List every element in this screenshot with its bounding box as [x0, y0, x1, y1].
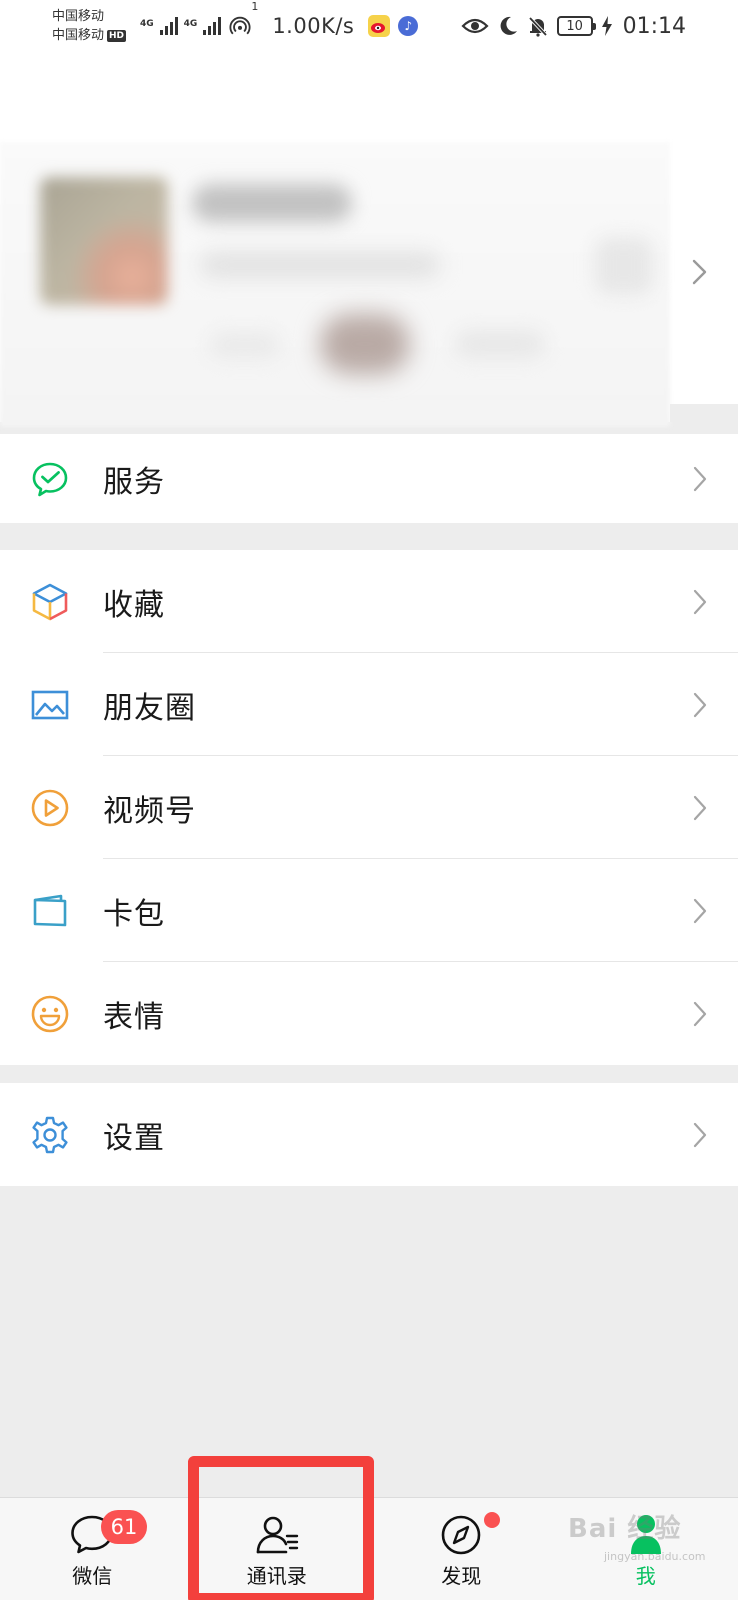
menu-label: 服务	[103, 464, 165, 500]
menu-label: 收藏	[103, 587, 165, 623]
menu-item-moments[interactable]: 朋友圈	[0, 653, 738, 756]
hotspot-icon	[229, 16, 251, 35]
tab-label: 我	[635, 1564, 656, 1588]
settings-gear-icon	[32, 1116, 68, 1153]
battery-icon: 10	[556, 16, 596, 36]
music-icon: ♪	[398, 16, 419, 36]
moments-picture-icon	[31, 690, 69, 719]
chevron-right-icon	[693, 1122, 707, 1147]
chevron-right-icon	[693, 898, 707, 923]
channels-play-icon	[31, 789, 69, 826]
watermark-logo: Bai 经验	[568, 1514, 682, 1544]
annotation-highlight-box	[188, 1456, 374, 1600]
menu-group-settings: 设置	[0, 1083, 738, 1186]
tab-discover[interactable]: 发现	[369, 1498, 554, 1600]
compass-icon	[441, 1515, 481, 1555]
card-wallet-icon	[33, 894, 67, 926]
chevron-right-icon	[693, 466, 707, 491]
tab-chats[interactable]: 微信 61	[0, 1498, 185, 1600]
eye-icon	[461, 18, 489, 34]
network-type-1: 4G	[140, 19, 154, 29]
menu-item-settings[interactable]: 设置	[0, 1083, 738, 1186]
weibo-icon	[368, 15, 391, 37]
hotspot-count: 1	[251, 0, 259, 13]
menu-label: 视频号	[103, 793, 196, 829]
moon-icon	[500, 16, 517, 35]
favorites-cube-icon	[32, 583, 68, 620]
carrier-2-label: 中国移动	[52, 28, 105, 43]
blurred-status	[210, 332, 280, 358]
bell-off-icon	[528, 16, 547, 37]
blurred-status	[320, 314, 410, 374]
hd-badge: HD	[107, 29, 127, 42]
chevron-right-icon	[693, 692, 707, 717]
menu-item-channels[interactable]: 视频号	[0, 756, 738, 859]
network-type-2: 4G	[183, 19, 198, 29]
menu-group-main: 收藏 朋友圈 视频号 卡包 表情	[0, 550, 738, 1065]
watermark-url: jingyan.baidu.com	[604, 1550, 706, 1563]
network-speed: 1.00K/s	[272, 14, 355, 38]
menu-label: 朋友圈	[103, 690, 196, 726]
status-right-group: 10 01:14	[461, 14, 686, 39]
carrier-1-label: 中国移动	[52, 9, 105, 24]
unread-badge: 61	[101, 1510, 147, 1544]
avatar[interactable]	[40, 177, 168, 305]
menu-label: 卡包	[103, 896, 165, 932]
tab-label: 微信	[72, 1564, 113, 1588]
menu-group-service: 服务	[0, 434, 738, 523]
menu-label: 设置	[103, 1120, 165, 1156]
status-bar: 中国移动 中国移动 HD 4G 4G 1 1.00K/s ♪ 10 01:14	[0, 0, 738, 52]
profile-header[interactable]	[0, 52, 738, 427]
clock: 01:14	[622, 13, 686, 39]
chevron-right-icon	[693, 1001, 707, 1026]
qr-code-icon[interactable]	[595, 237, 653, 295]
blurred-status	[455, 330, 545, 358]
tab-label: 发现	[441, 1564, 482, 1588]
carrier-info: 中国移动 中国移动 HD	[52, 7, 138, 45]
sticker-smile-icon	[31, 995, 69, 1032]
chevron-right-icon	[693, 795, 707, 820]
signal-icon	[159, 17, 178, 35]
menu-item-service[interactable]: 服务	[0, 434, 738, 523]
service-icon	[32, 462, 68, 496]
network-signals: 4G 4G	[140, 17, 222, 35]
menu-item-card-wallet[interactable]: 卡包	[0, 859, 738, 962]
charging-icon	[601, 16, 612, 36]
blurred-nickname	[192, 184, 352, 222]
blurred-wechat-id	[200, 252, 440, 278]
menu-item-favorites[interactable]: 收藏	[0, 550, 738, 653]
chevron-right-icon	[692, 259, 707, 285]
signal-icon	[203, 17, 222, 35]
chevron-right-icon	[693, 589, 707, 614]
new-dot-badge	[484, 1512, 500, 1528]
menu-item-stickers[interactable]: 表情	[0, 962, 738, 1065]
menu-label: 表情	[103, 999, 165, 1035]
